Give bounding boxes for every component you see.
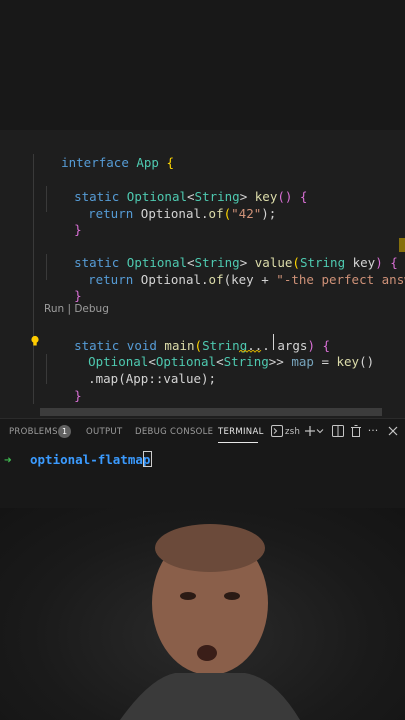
prompt-directory: optional-flatmap xyxy=(30,452,151,467)
active-tab-indicator xyxy=(218,442,258,443)
token-function: of xyxy=(208,272,224,287)
tab-output[interactable]: OUTPUT xyxy=(86,427,122,437)
token-punct: . xyxy=(201,272,209,287)
token-paren: ( xyxy=(223,206,232,221)
code-line-10: .map(App::value); xyxy=(58,349,216,386)
close-icon[interactable] xyxy=(387,425,399,437)
code-editor[interactable]: interface App { static Optional<String> … xyxy=(0,130,405,418)
trash-icon[interactable] xyxy=(350,425,362,437)
token-variable: map xyxy=(291,354,314,369)
code-line-11: } xyxy=(44,366,82,403)
ellipsis-icon[interactable]: ··· xyxy=(367,425,379,437)
code-line-6: return Optional.of(key + "-the perfect a… xyxy=(58,250,405,287)
token-brace: } xyxy=(74,388,82,403)
warning-squiggle xyxy=(239,350,262,353)
token-type-arg: String xyxy=(223,354,269,369)
code-line-7: } xyxy=(44,266,82,303)
chevron-down-icon[interactable] xyxy=(316,425,324,437)
token-function: key xyxy=(336,354,360,369)
token-brace: () { xyxy=(277,189,308,204)
shell-name[interactable]: zsh xyxy=(285,427,300,437)
token-operator: = xyxy=(313,354,337,369)
tab-debug-console[interactable]: DEBUG CONSOLE xyxy=(135,427,213,437)
code-line-3: return Optional.of("42"); xyxy=(58,184,276,221)
problems-count-badge: 1 xyxy=(58,425,71,438)
text-cursor xyxy=(273,334,274,350)
panel-tab-bar: PROBLEMS 1 OUTPUT DEBUG CONSOLE TERMINAL… xyxy=(0,418,405,445)
token-punct: ); xyxy=(261,206,277,221)
token-keyword: return xyxy=(88,206,141,221)
token-punct: >> xyxy=(268,354,292,369)
token-string: "42" xyxy=(231,206,262,221)
token-type: Optional xyxy=(140,206,202,221)
prompt-arrow: ➜ xyxy=(4,452,12,467)
token-punct: . xyxy=(201,206,209,221)
terminal-panel[interactable]: ➜ optional-flatmap xyxy=(0,444,405,508)
split-icon[interactable] xyxy=(332,425,344,437)
token-type: Optional xyxy=(140,272,202,287)
token-keyword: return xyxy=(88,272,141,287)
token-args: (key + xyxy=(223,272,277,287)
scrollbar-warning-marker xyxy=(399,238,405,252)
token-expression: .map(App::value); xyxy=(88,371,217,386)
codelens-run-debug[interactable]: Run | Debug xyxy=(44,303,109,315)
token-punct: () xyxy=(359,354,375,369)
top-area xyxy=(0,0,405,130)
terminal-icon[interactable] xyxy=(271,425,283,437)
code-line-1: interface App { xyxy=(31,133,174,170)
lightbulb-icon[interactable] xyxy=(30,335,40,347)
horizontal-scrollbar[interactable] xyxy=(40,408,382,416)
tab-terminal[interactable]: TERMINAL xyxy=(218,427,264,437)
tab-problems[interactable]: PROBLEMS xyxy=(9,427,58,437)
code-line-4: } xyxy=(44,200,82,237)
presenter-silhouette xyxy=(120,524,300,720)
token-punct: < xyxy=(216,354,224,369)
terminal-cursor xyxy=(143,451,152,467)
token-function: of xyxy=(208,206,224,221)
token-brace: } xyxy=(74,288,82,303)
token-string: "-the perfect answer" xyxy=(276,272,405,287)
presenter-video xyxy=(0,508,405,720)
plus-icon[interactable] xyxy=(304,425,316,437)
